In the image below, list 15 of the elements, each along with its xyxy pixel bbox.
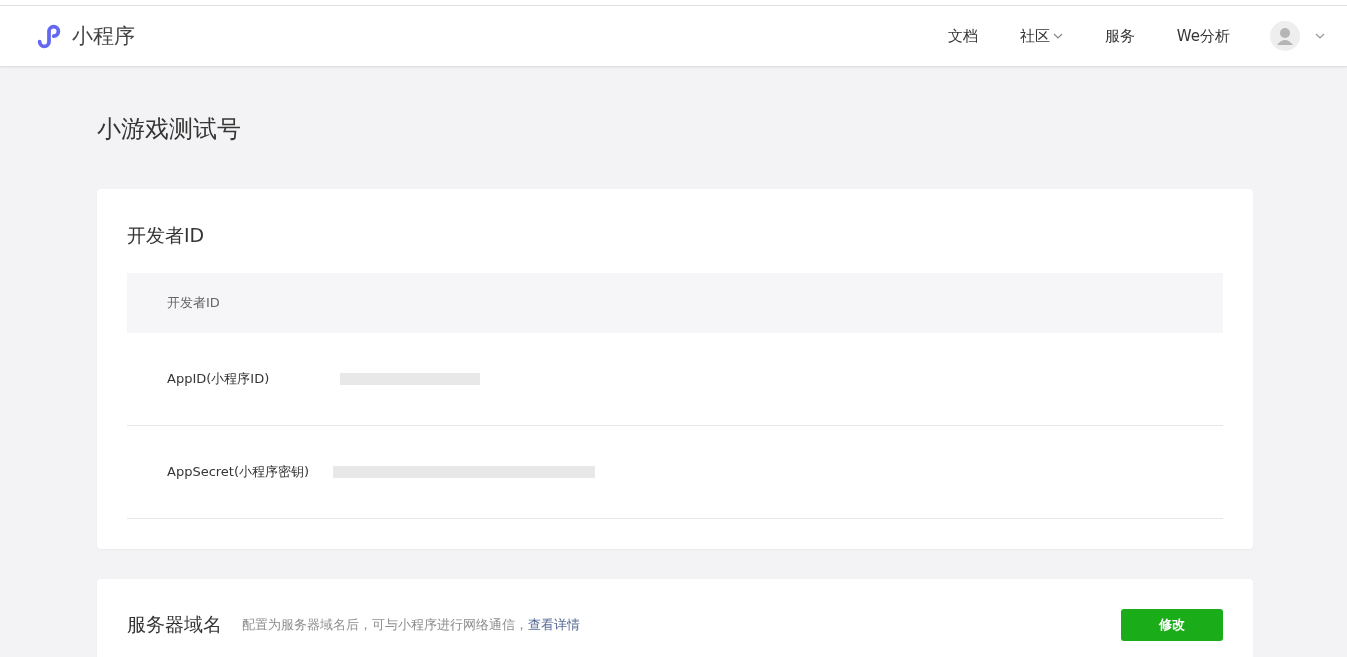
page-title: 小游戏测试号 (97, 114, 242, 145)
description: 配置为服务器域名后，可与小程序进行网络通信，查看详情 (242, 616, 581, 634)
card-title: 开发者ID (127, 223, 206, 248)
nav-link[interactable]: 社区 (1019, 26, 1063, 46)
column-header: 开发者ID (167, 294, 220, 312)
details-link[interactable]: 查看详情 (528, 617, 580, 632)
avatar-icon[interactable] (1270, 21, 1300, 51)
caret-icon[interactable] (1315, 33, 1325, 39)
row-label: AppSecret(小程序密钥) (167, 463, 311, 481)
nav-link[interactable]: 服务 (1104, 26, 1135, 46)
brand-name[interactable]: 小程序 (72, 22, 135, 50)
nav-link[interactable]: 文档 (947, 26, 978, 46)
row-label: AppID(小程序ID) (167, 370, 271, 388)
card-title: 服务器域名 (127, 612, 222, 637)
nav-link[interactable]: We分析 (1176, 26, 1230, 46)
